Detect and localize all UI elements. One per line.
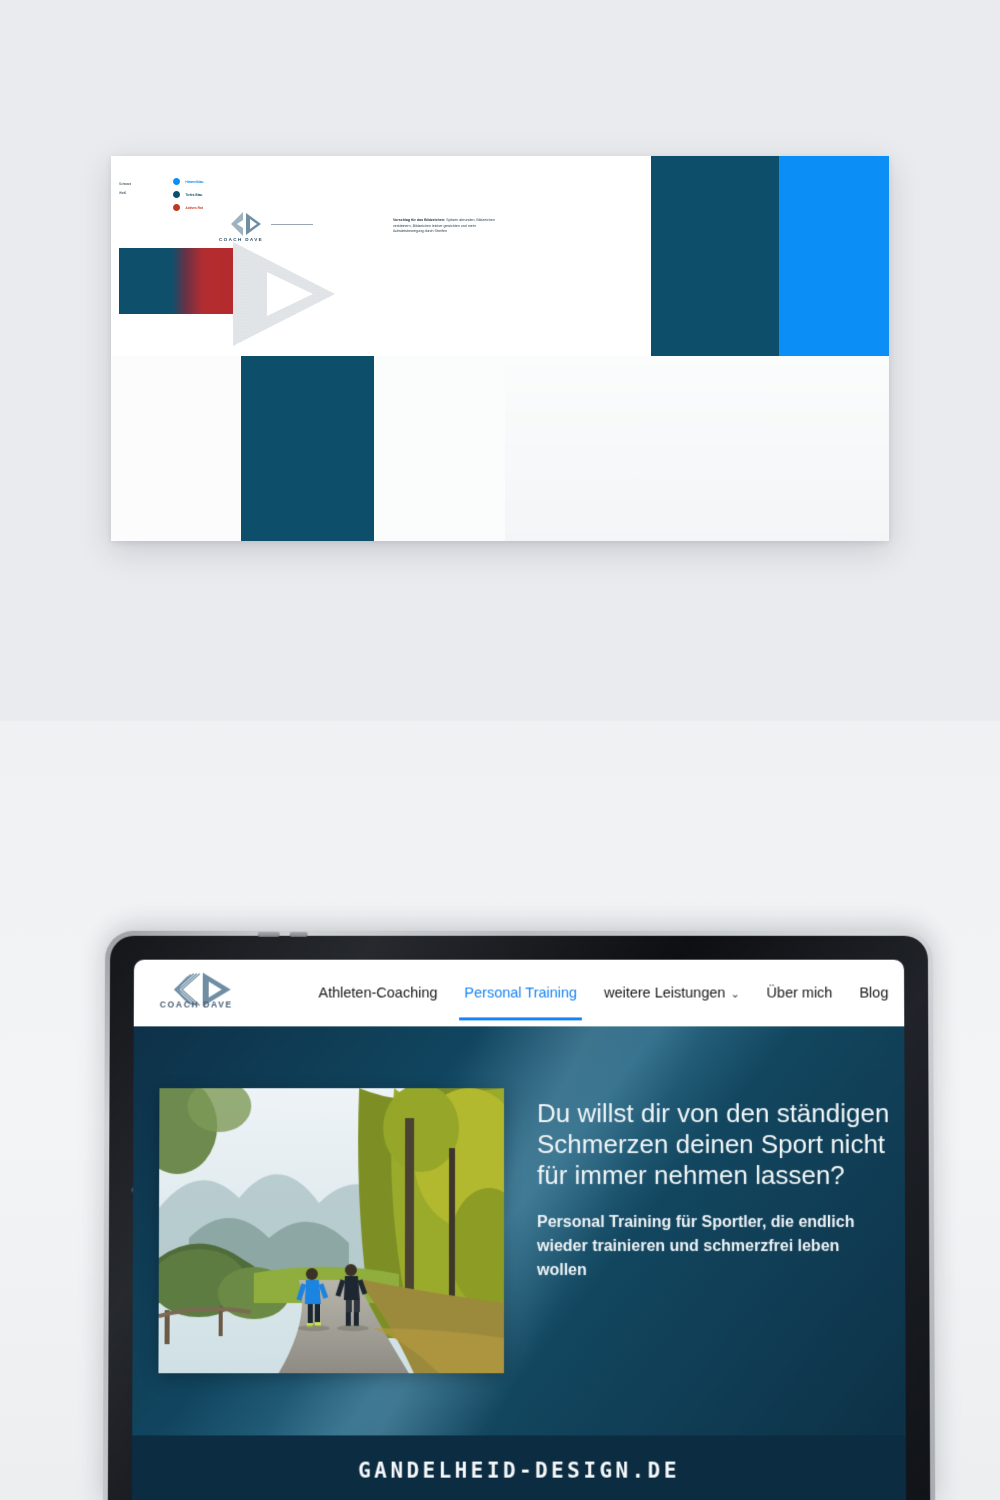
typography-tile (111, 356, 241, 541)
footer-band: GANDELHEID-DESIGN.DE (131, 1435, 907, 1500)
tablet-bezel: COACH DAVE Athleten-Coaching Personal Tr… (107, 931, 931, 1500)
nav-item-label: weitere Leistungen (603, 985, 726, 1001)
himmelblau-color-block (779, 156, 889, 356)
hero-headline: Du willst dir von den ständigen Schmerze… (536, 1098, 890, 1191)
tablet-screen: COACH DAVE Athleten-Coaching Personal Tr… (131, 959, 907, 1500)
dark-text-column (241, 356, 374, 541)
logo-wordmark: COACH DAVE (219, 237, 264, 242)
swatch-actives-rot: Actives Rot (173, 203, 203, 212)
swatch-label: Himmelblau (185, 179, 204, 184)
nav-item-personal-training[interactable]: Personal Training (464, 985, 577, 1001)
brand-style-board: FARBEN LOGO SCHRIFTEN INTERAKTIVE ELEMEN… (111, 156, 889, 541)
hero-section: Du willst dir von den ständigen Schmerze… (131, 1026, 907, 1500)
icons-graphics-tile (505, 356, 889, 541)
swatch-list: Himmelblau Tiefes Blau Actives Rot (173, 177, 203, 216)
swatch-dot-icon (173, 203, 181, 212)
dunkelblau-color-block (651, 156, 779, 356)
neutral-schwarz: Schwarz (119, 182, 132, 186)
neutral-weiss: Weiß (119, 190, 127, 195)
chevron-down-icon: ⌄ (730, 988, 740, 1000)
power-button[interactable] (289, 931, 308, 937)
nav-item-blog[interactable]: Blog (859, 985, 888, 1001)
swatch-label: Actives Rot (185, 205, 203, 210)
swatch-himmelblau: Himmelblau (173, 177, 203, 186)
nav-items: Athleten-Coaching Personal Training weit… (318, 960, 906, 1027)
swatch-dot-icon (173, 190, 181, 199)
logo-note-title: Vorschlag für das Bildzeichen: (393, 218, 446, 222)
coach-dave-logo-icon (231, 212, 261, 236)
interactive-elements-tile (374, 356, 505, 541)
nav-item-weitere-leistungen[interactable]: weitere Leistungen ⌄ (604, 985, 740, 1001)
swatch-tiefes-blau: Tiefes Blau (173, 190, 203, 199)
nav-item-athleten-coaching[interactable]: Athleten-Coaching (318, 985, 437, 1001)
coach-dave-logo-icon[interactable] (172, 968, 236, 1020)
hero-subheadline: Personal Training für Sportler, die endl… (536, 1214, 855, 1280)
logo-connector-line (271, 224, 313, 225)
tablet-device-mockup: COACH DAVE Athleten-Coaching Personal Tr… (102, 930, 936, 1500)
nav-item-ueber-mich[interactable]: Über mich (767, 985, 833, 1001)
hero-photo-runners (158, 1088, 505, 1374)
site-navigation-bar: COACH DAVE Athleten-Coaching Personal Tr… (133, 959, 906, 1027)
volume-button[interactable] (257, 931, 280, 937)
neutral-colors-list: Schwarz Weiß (119, 180, 131, 197)
gradient-swatch-block (119, 248, 239, 314)
footer-website-label: GANDELHEID-DESIGN.DE (358, 1458, 680, 1483)
logo-note: Vorschlag für das Bildzeichen: Spitzen a… (393, 218, 501, 235)
hero-copy-block: Du willst dir von den ständigen Schmerze… (537, 1098, 892, 1283)
swatch-label: Tiefes Blau (185, 192, 203, 197)
nav-logo-wordmark: COACH DAVE (159, 999, 233, 1010)
swatch-dot-icon (173, 177, 181, 186)
